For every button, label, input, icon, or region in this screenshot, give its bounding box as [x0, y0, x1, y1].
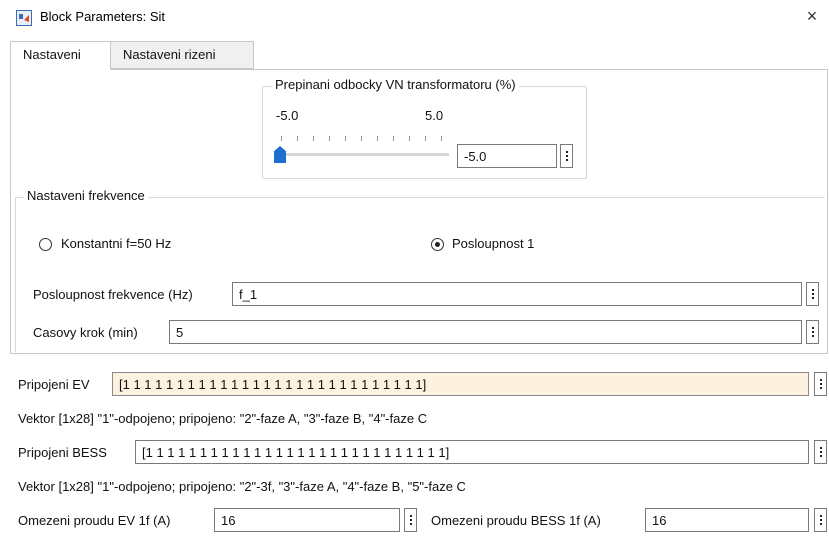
slider-min-label: -5.0 — [276, 108, 299, 123]
close-icon[interactable]: × — [800, 4, 824, 28]
slider-track[interactable] — [274, 153, 449, 156]
title-bar: Block Parameters: Sit × — [0, 0, 829, 34]
slider-tick — [361, 136, 362, 141]
slider-tick — [441, 136, 442, 141]
ev-connection-menu-button[interactable] — [814, 372, 827, 396]
bess-current-limit-menu-button[interactable] — [814, 508, 827, 532]
simulink-block-icon — [16, 10, 32, 26]
tap-value-menu-button[interactable] — [560, 144, 573, 168]
bess-connection-input[interactable] — [135, 440, 809, 464]
bess-connection-menu-button[interactable] — [814, 440, 827, 464]
time-step-menu-button[interactable] — [806, 320, 819, 344]
tab-nastaveni-rizeni[interactable]: Nastaveni rizeni — [110, 41, 254, 69]
bess-connection-label: Pripojeni BESS — [18, 445, 107, 460]
slider-tick — [393, 136, 394, 141]
slider-max-label: 5.0 — [425, 108, 444, 123]
ev-current-limit-input[interactable] — [214, 508, 400, 532]
ev-connection-input[interactable] — [112, 372, 809, 396]
bess-current-limit-input[interactable] — [645, 508, 809, 532]
time-step-label: Casovy krok (min) — [33, 325, 138, 340]
seq-freq-input[interactable] — [232, 282, 802, 306]
slider-ticks — [281, 136, 442, 142]
tap-value-input[interactable] — [457, 144, 557, 168]
slider-tick — [377, 136, 378, 141]
frequency-group-legend: Nastaveni frekvence — [24, 188, 148, 203]
ev-vector-note: Vektor [1x28] "1"-odpojeno; pripojeno: "… — [18, 411, 428, 426]
ev-connection-label: Pripojeni EV — [18, 377, 90, 392]
slider-tick — [329, 136, 330, 141]
transformer-group-legend: Prepinani odbocky VN transformatoru (%) — [272, 77, 519, 92]
radio-sequence-label: Posloupnost 1 — [452, 236, 535, 251]
bess-current-limit-label: Omezeni proudu BESS 1f (A) — [431, 513, 601, 528]
radio-constant-label: Konstantni f=50 Hz — [61, 236, 172, 251]
seq-freq-label: Posloupnost frekvence (Hz) — [33, 287, 193, 302]
ev-current-limit-label: Omezeni proudu EV 1f (A) — [18, 513, 171, 528]
slider-tick — [409, 136, 410, 141]
radio-constant[interactable] — [39, 238, 52, 251]
slider-tick — [425, 136, 426, 141]
radio-sequence[interactable] — [431, 238, 444, 251]
bess-vector-note: Vektor [1x28] "1"-odpojeno; pripojeno: "… — [18, 479, 466, 494]
slider-tick — [345, 136, 346, 141]
time-step-input[interactable] — [169, 320, 802, 344]
slider-tick — [297, 136, 298, 141]
slider-tick — [281, 136, 282, 141]
window-title: Block Parameters: Sit — [40, 9, 165, 24]
ev-current-limit-menu-button[interactable] — [404, 508, 417, 532]
tab-nastaveni[interactable]: Nastaveni — [10, 41, 111, 70]
slider-tick — [313, 136, 314, 141]
seq-freq-menu-button[interactable] — [806, 282, 819, 306]
